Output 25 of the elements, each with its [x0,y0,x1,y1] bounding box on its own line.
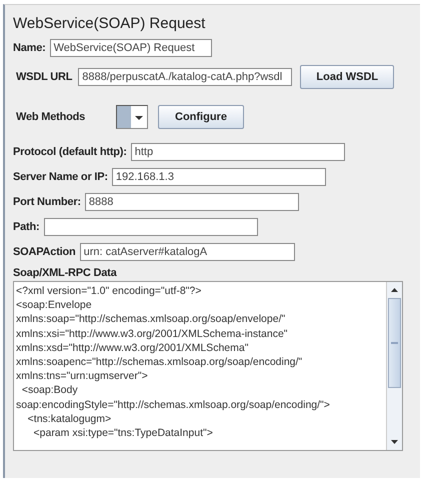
configure-button[interactable]: Configure [158,105,244,129]
scrollbar[interactable] [386,282,402,450]
text-field[interactable]: urn: catAserver#katalogA [80,243,295,261]
text-field[interactable]: 192.168.1.3 [112,168,326,186]
scroll-down-icon[interactable] [391,440,398,444]
field-label: Port Number: [13,196,81,208]
section-label: Soap/XML-RPC Data [13,267,118,279]
field-label: Protocol (default http): [13,146,127,158]
wsdl-url-field[interactable]: 8888/perpuscatA./katalog-catA.php?wsdl [78,68,292,86]
field-label: Server Name or IP: [13,171,108,183]
text-field[interactable]: http [130,143,345,161]
field-label: WSDL URL [16,71,72,83]
load-wsdl-button[interactable]: Load WSDL [300,65,394,89]
caret-down-icon [135,116,143,120]
xml-text: <?xml version="1.0" encoding="utf-8"?> <soap:Envelope xmlns:soap="http://schemas.xmlsoap.org/soap/envelope/" xmlns:xsi="http://www.w3.org/2001/XMLSchema-instance" xmlns:xsd="http://www.w3.org/2001/XMLSchema" xmlns:soapenc="http://schemas.xmlsoap.org/soap/encoding/" xmlns:tns="urn:ugmserver"> <soap:Body soap:encodingStyle="http://schemas.xmlsoap.org/soap/encoding/"> <tns:katalogugm> <param xsi:type="tns:TypeDataInput"> [15,284,331,442]
name-field[interactable]: WebService(SOAP) Request [50,39,212,57]
text-field[interactable]: 8888 [84,193,299,211]
field-label: Web Methods [16,111,86,123]
panel-title: WebService(SOAP) Request [13,15,206,32]
field-label: Path: [13,221,40,233]
text-field[interactable] [44,218,258,236]
field-label: Name: [13,42,46,54]
scroll-up-icon[interactable] [391,288,398,292]
field-label: SOAPAction [13,246,76,258]
web-methods-dropdown[interactable] [116,105,148,129]
